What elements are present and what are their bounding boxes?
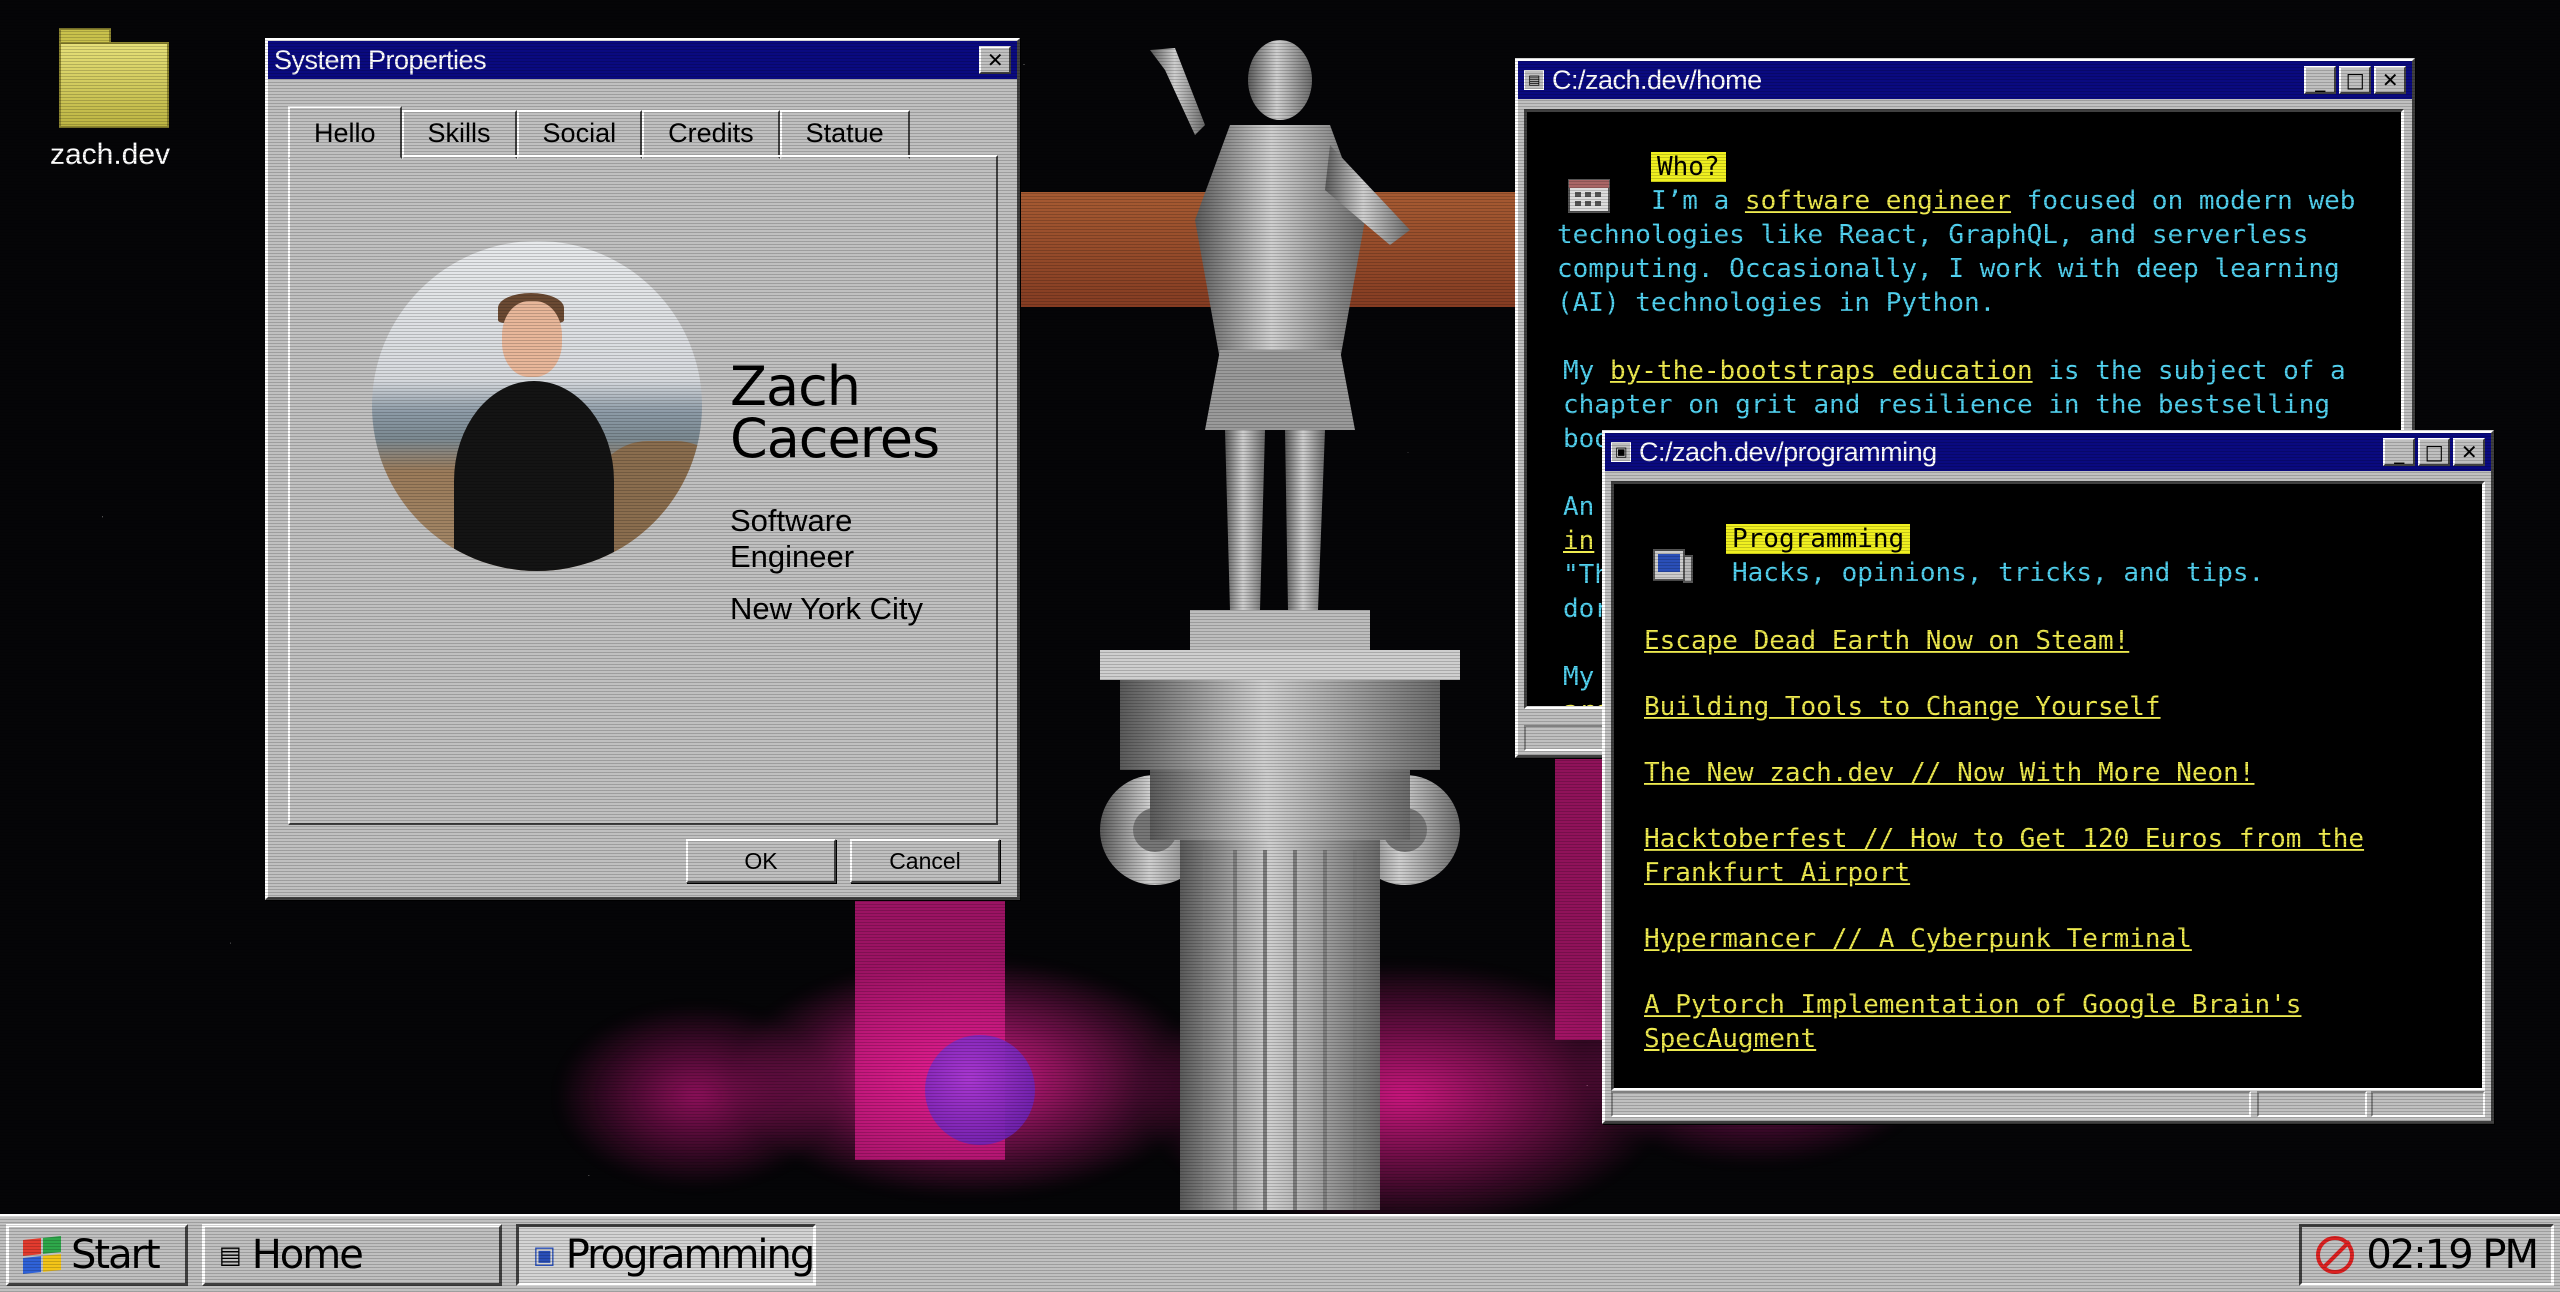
tab-hello[interactable]: Hello: [288, 106, 402, 159]
minimize-button[interactable]: _: [2383, 438, 2415, 466]
system-properties-titlebar[interactable]: System Properties ✕: [268, 41, 1017, 79]
tab-strip: Hello Skills Social Credits Statue: [268, 79, 1017, 159]
system-tray: 02:19 PM: [2299, 1223, 2554, 1286]
windows-logo-icon: [23, 1235, 61, 1274]
window-title: System Properties: [274, 44, 487, 75]
post-link[interactable]: Hacktoberfest // How to Get 120 Euros fr…: [1644, 822, 2452, 890]
profile-name: Zach Caceres: [730, 355, 940, 470]
maximize-button[interactable]: □: [2418, 438, 2450, 466]
programming-content: Programming Hacks, opinions, tricks, and…: [1611, 481, 2485, 1091]
computer-icon: [1653, 549, 1693, 583]
post-link[interactable]: Building Tools to Change Yourself: [1644, 690, 2452, 724]
desktop-icon-label: zach.dev: [49, 138, 171, 171]
desktop-icon-zach-dev[interactable]: zach.dev: [30, 24, 190, 172]
window-app-icon: ▣: [1611, 442, 1631, 462]
post-link[interactable]: The New zach.dev // Now With More Neon!: [1644, 756, 2452, 790]
calendar-icon: ▤: [219, 1240, 242, 1269]
close-button[interactable]: ✕: [979, 46, 1011, 74]
window-title: C:/zach.dev/programming: [1639, 436, 1937, 467]
post-link[interactable]: A Pytorch Implementation of Google Brain…: [1644, 988, 2452, 1056]
minimize-icon: _: [2394, 440, 2404, 464]
status-bar-panel: [2371, 1091, 2485, 1117]
maximize-button[interactable]: □: [2339, 66, 2371, 94]
obscured-link[interactable]: in: [1563, 526, 1594, 556]
tab-statue[interactable]: Statue: [779, 110, 910, 159]
profile-role: Software Engineer: [730, 503, 855, 574]
folder-icon: [45, 24, 175, 132]
programming-heading: Programming: [1726, 524, 1911, 554]
minimize-icon: _: [2315, 68, 2325, 92]
programming-titlebar[interactable]: ▣ C:/zach.dev/programming _ □ ✕: [1605, 433, 2491, 471]
profile-first-name: Zach: [730, 355, 861, 418]
taskbar-item-home[interactable]: ▤ Home: [202, 1223, 502, 1286]
window-app-icon: ▤: [1524, 70, 1544, 90]
profile-city: New York City: [730, 591, 923, 626]
purple-orb: [925, 1035, 1035, 1145]
tab-social[interactable]: Social: [516, 110, 643, 159]
maximize-icon: □: [2424, 440, 2444, 464]
software-engineer-link[interactable]: software engineer: [1745, 186, 2011, 216]
intro-text: I’m a: [1651, 186, 1745, 216]
profile-last-name: Caceres: [730, 407, 940, 470]
tab-skills[interactable]: Skills: [401, 110, 517, 159]
window-title: C:/zach.dev/home: [1552, 64, 1762, 95]
programming-subtitle: Hacks, opinions, tricks, and tips.: [1732, 558, 2265, 588]
roman-statue-image: [1100, 40, 1460, 1210]
taskbar-item-programming[interactable]: ▣ Programming: [516, 1223, 816, 1286]
education-link[interactable]: by-the-bootstraps education: [1610, 356, 2033, 386]
taskbar-item-label: Programming: [565, 1231, 816, 1278]
programming-window: ▣ C:/zach.dev/programming _ □ ✕ Programm…: [1602, 430, 2494, 1124]
taskbar: Start ▤ Home ▣ Programming 02:19 PM: [0, 1214, 2560, 1292]
minimize-button[interactable]: _: [2304, 66, 2336, 94]
who-heading: Who?: [1651, 152, 1726, 182]
post-link[interactable]: Escape Dead Earth Now on Steam!: [1644, 624, 2452, 658]
ok-button[interactable]: OK: [686, 839, 836, 883]
start-button[interactable]: Start: [6, 1223, 188, 1286]
system-properties-window: System Properties ✕ Hello Skills Social …: [265, 38, 1020, 900]
education-text: My: [1563, 356, 1610, 386]
maximize-icon: □: [2345, 68, 2365, 92]
post-link[interactable]: Hypermancer // A Cyberpunk Terminal: [1644, 922, 2452, 956]
hello-tab-panel: Zach Caceres Software Engineer New York …: [288, 155, 998, 825]
close-icon: ✕: [986, 48, 1004, 72]
close-icon: ✕: [2460, 440, 2478, 464]
home-titlebar[interactable]: ▤ C:/zach.dev/home _ □ ✕: [1518, 61, 2412, 99]
cancel-button[interactable]: Cancel: [850, 839, 1000, 883]
tab-credits[interactable]: Credits: [642, 110, 780, 159]
status-bar-panel: [2257, 1091, 2367, 1117]
close-button[interactable]: ✕: [2453, 438, 2485, 466]
taskbar-item-label: Home: [251, 1231, 364, 1278]
calendar-icon: [1568, 179, 1610, 213]
computer-icon: ▣: [533, 1240, 556, 1269]
close-button[interactable]: ✕: [2374, 66, 2406, 94]
status-bar: [1611, 1091, 2251, 1117]
close-icon: ✕: [2381, 68, 2399, 92]
start-label: Start: [71, 1231, 161, 1278]
avatar: [372, 241, 702, 571]
no-sign-icon[interactable]: [2316, 1235, 2355, 1274]
clock: 02:19 PM: [2366, 1231, 2539, 1278]
